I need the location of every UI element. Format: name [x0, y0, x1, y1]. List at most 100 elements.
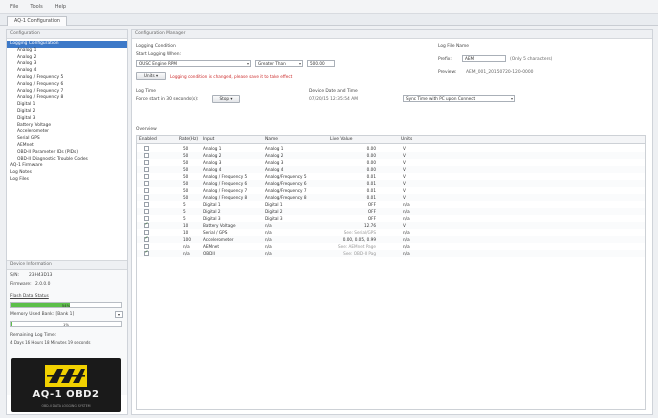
cell-name: Analog/Frequency 5: [265, 174, 307, 179]
enabled-checkbox[interactable]: [144, 209, 149, 214]
cell-live: 0.00: [366, 160, 376, 165]
enabled-checkbox[interactable]: [144, 195, 149, 200]
cell-units: V: [403, 174, 406, 179]
firmware-value: 2.0.0.0: [35, 282, 51, 287]
cell-name: n/a: [265, 223, 272, 228]
overview-table: Enabled Rate(Hz) Input Name Live Value U…: [136, 135, 646, 410]
enabled-checkbox[interactable]: [144, 146, 149, 151]
cell-rate: 50: [183, 153, 189, 158]
threshold-input[interactable]: 500.00: [307, 60, 335, 67]
cell-rate: n/a: [183, 244, 190, 249]
cell-name: n/a: [265, 237, 272, 242]
enabled-checkbox[interactable]: [144, 188, 149, 193]
table-row: 5 Digital 1 Digital 1 OFF n/a: [137, 201, 645, 208]
tree-item[interactable]: Serial GPS: [7, 136, 127, 143]
enabled-checkbox[interactable]: [144, 174, 149, 179]
aem-logo: AQ-1 OBD2 OBD-II DATA LOGGING SYSTEM: [11, 358, 121, 412]
cell-rate: 50: [183, 195, 189, 200]
table-row: 50 Analog 1 Analog 1 0.00 V: [137, 145, 645, 152]
tree-item[interactable]: Analog / Frequency 5: [7, 75, 127, 82]
remaining-log-time-label: Remaining Log Time:: [10, 333, 57, 338]
cell-name: Analog 3: [265, 160, 284, 165]
menu-help[interactable]: Help: [55, 4, 66, 10]
cell-live: See: AEMnet Page: [337, 244, 376, 249]
cell-input: OBDII: [203, 251, 215, 256]
tree-item[interactable]: Analog 1: [7, 48, 127, 55]
menu-file[interactable]: File: [10, 4, 18, 10]
cell-units: n/a: [403, 209, 410, 214]
force-start-label: Force start in 30 seconds(s):: [136, 97, 199, 102]
cell-input: Analog / Frequency 8: [203, 195, 248, 200]
cell-units: V: [403, 146, 406, 151]
cell-rate: 50: [183, 181, 189, 186]
cell-rate: 10: [183, 230, 189, 235]
cell-rate: 5: [183, 209, 186, 214]
cell-live: See: OBD-II Pag: [343, 251, 376, 256]
tree-item[interactable]: Log Files: [7, 177, 127, 184]
cell-name: Analog 4: [265, 167, 284, 172]
tree-item[interactable]: Analog 4: [7, 68, 127, 75]
prefix-label: Prefix:: [438, 57, 452, 62]
cell-units: V: [403, 181, 406, 186]
tree-item[interactable]: Digital 3: [7, 116, 127, 123]
cell-name: n/a: [265, 230, 272, 235]
enabled-checkbox[interactable]: [144, 216, 149, 221]
configuration-header: Configuration: [7, 30, 127, 39]
enabled-checkbox[interactable]: [144, 222, 149, 228]
operator-select[interactable]: Greater Than ▾: [255, 60, 303, 67]
serial-number-value: 23H43D13: [29, 273, 53, 278]
tree-item[interactable]: Analog / Frequency 6: [7, 82, 127, 89]
cell-name: Analog/Frequency 7: [265, 188, 307, 193]
enabled-checkbox[interactable]: [144, 153, 149, 158]
tree-item[interactable]: AEMnet: [7, 143, 127, 150]
force-start-select[interactable]: Stop ▾: [212, 95, 240, 103]
cell-live: 0.01: [366, 174, 376, 179]
table-row: 10 Serial / GPS n/a See: Serial/GPS n/a: [137, 229, 645, 236]
enabled-checkbox[interactable]: [144, 160, 149, 165]
enabled-checkbox[interactable]: [144, 167, 149, 172]
tree-item[interactable]: Digital 2: [7, 109, 127, 116]
cell-units: V: [403, 167, 406, 172]
memory-bank-stepper[interactable]: ▾: [115, 311, 123, 318]
tree-item[interactable]: Logging Configuration: [7, 41, 127, 48]
tab-aq1-configuration[interactable]: AQ-1 Configuration: [7, 16, 67, 26]
cell-input: Digital 3: [203, 216, 221, 221]
enabled-checkbox[interactable]: [144, 250, 149, 256]
cell-input: Accelerometer: [203, 237, 234, 242]
enabled-checkbox[interactable]: [144, 202, 149, 207]
configuration-manager-header: Configuration Manager: [132, 30, 652, 39]
tree-item[interactable]: Digital 1: [7, 102, 127, 109]
enabled-checkbox[interactable]: [144, 230, 149, 235]
cell-units: V: [403, 188, 406, 193]
enabled-checkbox[interactable]: [144, 244, 149, 249]
cell-units: n/a: [403, 202, 410, 207]
cell-live: 0.00: [366, 146, 376, 151]
log-time-label: Log Time: [136, 89, 156, 94]
table-row: 50 Analog / Frequency 7 Analog/Frequency 7…: [137, 187, 645, 194]
units-select[interactable]: Units ▾: [136, 72, 166, 80]
flash-data-status-link[interactable]: Flash Data Status: [10, 294, 49, 299]
condition-changed-warning: Logging condition is changed, please sav…: [170, 74, 293, 79]
cell-live: 0.00: [366, 167, 376, 172]
operator-select-value: Greater Than: [258, 61, 286, 66]
condition-select[interactable]: OUSC Engine RPM ▾: [136, 60, 251, 67]
cell-name: Digital 3: [265, 216, 283, 221]
tree-item[interactable]: OBD-II Parameter IDs (PIDs): [7, 150, 127, 157]
cell-live: OFF: [367, 216, 376, 221]
sync-time-select[interactable]: Sync Time with PC upon Connect ▾: [403, 95, 515, 102]
table-row: 50 Analog 4 Analog 4 0.00 V: [137, 166, 645, 173]
tree-item[interactable]: Log Notes: [7, 170, 127, 177]
tab-bar: AQ-1 Configuration: [0, 14, 658, 26]
serial-number-label: S/N:: [10, 273, 20, 278]
prefix-input[interactable]: AEM: [462, 55, 506, 62]
overview-label: Overview: [136, 127, 157, 132]
memory-used-label: Memory Used Bank: [Bank 1]: [10, 312, 75, 317]
column-live-value: Live Value: [330, 137, 353, 142]
device-date-time-value: 07/20/15 12:35:54 AM: [309, 97, 359, 102]
product-name: AQ-1 OBD2: [32, 389, 100, 400]
memory-used-progress-text: 1%: [62, 322, 70, 327]
cell-input: Analog / Frequency 6: [203, 181, 248, 186]
enabled-checkbox[interactable]: [144, 181, 149, 186]
menu-tools[interactable]: Tools: [30, 4, 42, 10]
enabled-checkbox[interactable]: [144, 236, 149, 242]
